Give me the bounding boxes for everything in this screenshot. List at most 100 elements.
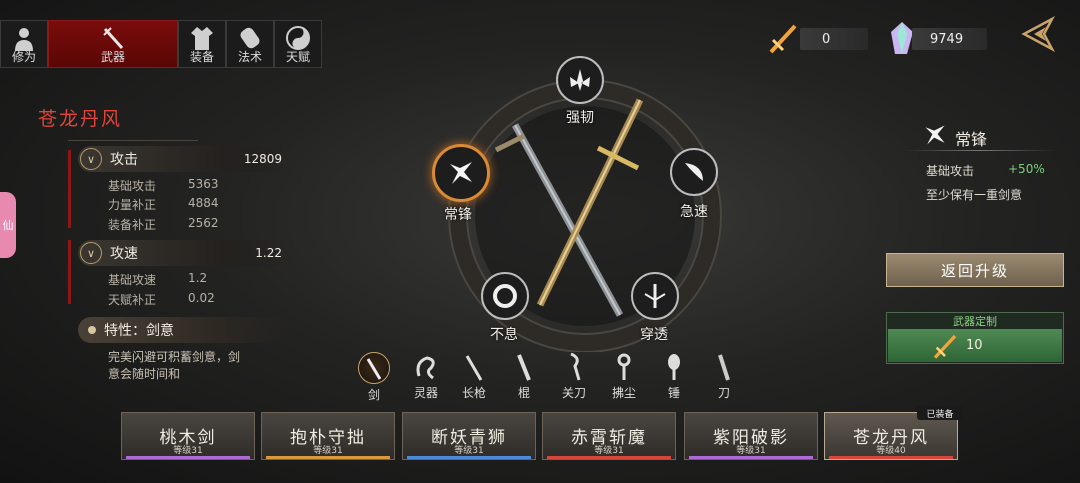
- stat-label: 攻击: [110, 152, 138, 168]
- speed-stat-header[interactable]: ∨ 攻速 1.22: [78, 240, 288, 266]
- spear-icon: [465, 355, 483, 381]
- vortex-icon: [493, 284, 517, 308]
- bullet-icon: [88, 326, 96, 334]
- rarity-bar: [266, 456, 390, 459]
- trait-description: 完美闪避可积蓄剑意，剑意会随时间和: [108, 350, 241, 381]
- whisk-icon: [617, 353, 631, 380]
- weapon-card-level: 等级31: [454, 446, 484, 456]
- weapon-card[interactable]: 赤霄斩魔 等级31: [542, 412, 676, 460]
- weapon-type-spirit[interactable]: 灵器: [409, 352, 443, 401]
- skill-label: 不息: [490, 327, 518, 343]
- currency-value: 0: [822, 31, 831, 47]
- stat-row-value: 0.02: [188, 291, 215, 305]
- rarity-bar: [829, 456, 953, 459]
- tab-label: 武器: [100, 50, 125, 64]
- constant-edge-icon: [450, 162, 472, 184]
- top-tab-bar: 修为 武器 装备 法术 天赋: [0, 20, 322, 70]
- skill-label: 穿透: [640, 327, 668, 343]
- weapon-card-level: 等级31: [313, 446, 343, 456]
- tab-weapon[interactable]: 武器: [48, 20, 178, 68]
- divider: [68, 140, 198, 141]
- stat-row-value: 5363: [188, 177, 219, 191]
- weapon-card-level: 等级31: [594, 446, 624, 456]
- trait-label: 特性：剑意: [104, 323, 174, 339]
- lotus-blade-icon: [570, 69, 590, 91]
- weapon-type-label: 锤: [667, 386, 680, 400]
- rarity-bar: [547, 456, 671, 459]
- stat-row-label: 装备补正: [108, 218, 157, 232]
- stat-row-label: 天赋补正: [108, 293, 157, 307]
- weapon-type-label: 长枪: [461, 386, 486, 400]
- skill-endless[interactable]: [481, 272, 529, 320]
- attack-accent-bar: [68, 150, 71, 228]
- skill-label: 强韧: [566, 110, 594, 126]
- skill-swift[interactable]: [670, 148, 718, 196]
- trait-stat-label: 基础攻击: [926, 164, 975, 178]
- weapon-type-sword[interactable]: 剑: [357, 352, 391, 403]
- skill-label: 常锋: [444, 207, 472, 223]
- side-pill-button[interactable]: 仙: [0, 192, 16, 258]
- stat-row-label: 基础攻速: [108, 273, 157, 287]
- divider: [905, 150, 1055, 151]
- stat-value: 12809: [243, 152, 282, 166]
- weapon-card[interactable]: 断妖青狮 等级31: [402, 412, 536, 460]
- skill-resilience[interactable]: [556, 56, 604, 104]
- weapon-type-label: 剑: [367, 388, 380, 402]
- sword-icon: [358, 352, 390, 384]
- tab-equipment[interactable]: 装备: [178, 20, 226, 68]
- stat-row-value: 4884: [188, 196, 219, 210]
- tab-talent[interactable]: 天赋: [274, 20, 322, 68]
- weapon-card[interactable]: 桃木剑 等级31: [121, 412, 255, 460]
- stat-row-label: 基础攻击: [108, 179, 157, 193]
- trait-effect-text: 至少保有一重剑意: [926, 188, 1023, 202]
- customize-title: 武器定制: [953, 315, 997, 328]
- weapon-card-level: 等级31: [173, 446, 203, 456]
- weapon-type-label: 刀: [717, 386, 730, 400]
- weapon-card[interactable]: 抱朴守拙 等级31: [261, 412, 395, 460]
- tab-label: 修为: [11, 50, 36, 64]
- pierce-icon: [644, 284, 666, 308]
- rarity-bar: [689, 456, 813, 459]
- guandao-icon: [570, 352, 581, 381]
- swift-blade-icon: [685, 163, 703, 181]
- tab-spells[interactable]: 法术: [226, 20, 274, 68]
- weapon-name: 苍龙丹风: [38, 108, 123, 130]
- weapon-type-hammer[interactable]: 锤: [657, 352, 691, 401]
- hammer-icon: [668, 354, 680, 380]
- rarity-bar: [407, 456, 531, 459]
- weapon-type-staff[interactable]: 棍: [507, 352, 541, 401]
- sword-token-icon: [933, 334, 957, 359]
- equipped-badge: 已装备: [917, 406, 963, 420]
- weapon-card-level: 等级40: [876, 446, 906, 456]
- constant-edge-icon: [925, 125, 945, 145]
- stat-label: 攻速: [110, 246, 138, 262]
- chevron-down-icon: ∨: [80, 148, 102, 170]
- weapon-type-whisk[interactable]: 拂尘: [607, 352, 641, 401]
- sword-token-counter: 0: [800, 28, 868, 50]
- selected-trait-title: 常锋: [955, 130, 988, 149]
- stat-row-value: 1.2: [188, 271, 208, 285]
- crystal-counter: 9749: [912, 28, 987, 50]
- rarity-bar: [126, 456, 250, 459]
- weapon-type-guandao[interactable]: 关刀: [557, 352, 591, 401]
- stat-value: 1.22: [255, 246, 282, 260]
- skill-pierce[interactable]: [631, 272, 679, 320]
- tab-cultivation[interactable]: 修为: [0, 20, 48, 68]
- return-upgrade-button[interactable]: 返回升级: [886, 253, 1064, 287]
- tab-label: 天赋: [285, 50, 310, 64]
- weapon-customize-button[interactable]: 10: [888, 329, 1062, 362]
- weapon-type-label: 关刀: [561, 386, 586, 400]
- attack-stat-header[interactable]: ∨ 攻击 12809: [78, 146, 288, 172]
- weapon-type-label: 棍: [517, 386, 530, 400]
- weapon-type-blade[interactable]: 刀: [707, 352, 741, 401]
- weapon-type-spear[interactable]: 长枪: [457, 352, 491, 401]
- weapon-type-label: 灵器: [413, 386, 438, 400]
- tab-label: 法术: [237, 50, 262, 64]
- skill-constant-edge[interactable]: [432, 144, 490, 202]
- weapon-card[interactable]: 紫阳破影 等级31: [684, 412, 818, 460]
- trait-header[interactable]: 特性：剑意: [78, 317, 288, 343]
- skill-label: 急速: [680, 204, 708, 220]
- customize-cost: 10: [966, 338, 983, 353]
- weapon-card-level: 等级31: [736, 446, 766, 456]
- back-arrow-icon[interactable]: [1020, 16, 1058, 52]
